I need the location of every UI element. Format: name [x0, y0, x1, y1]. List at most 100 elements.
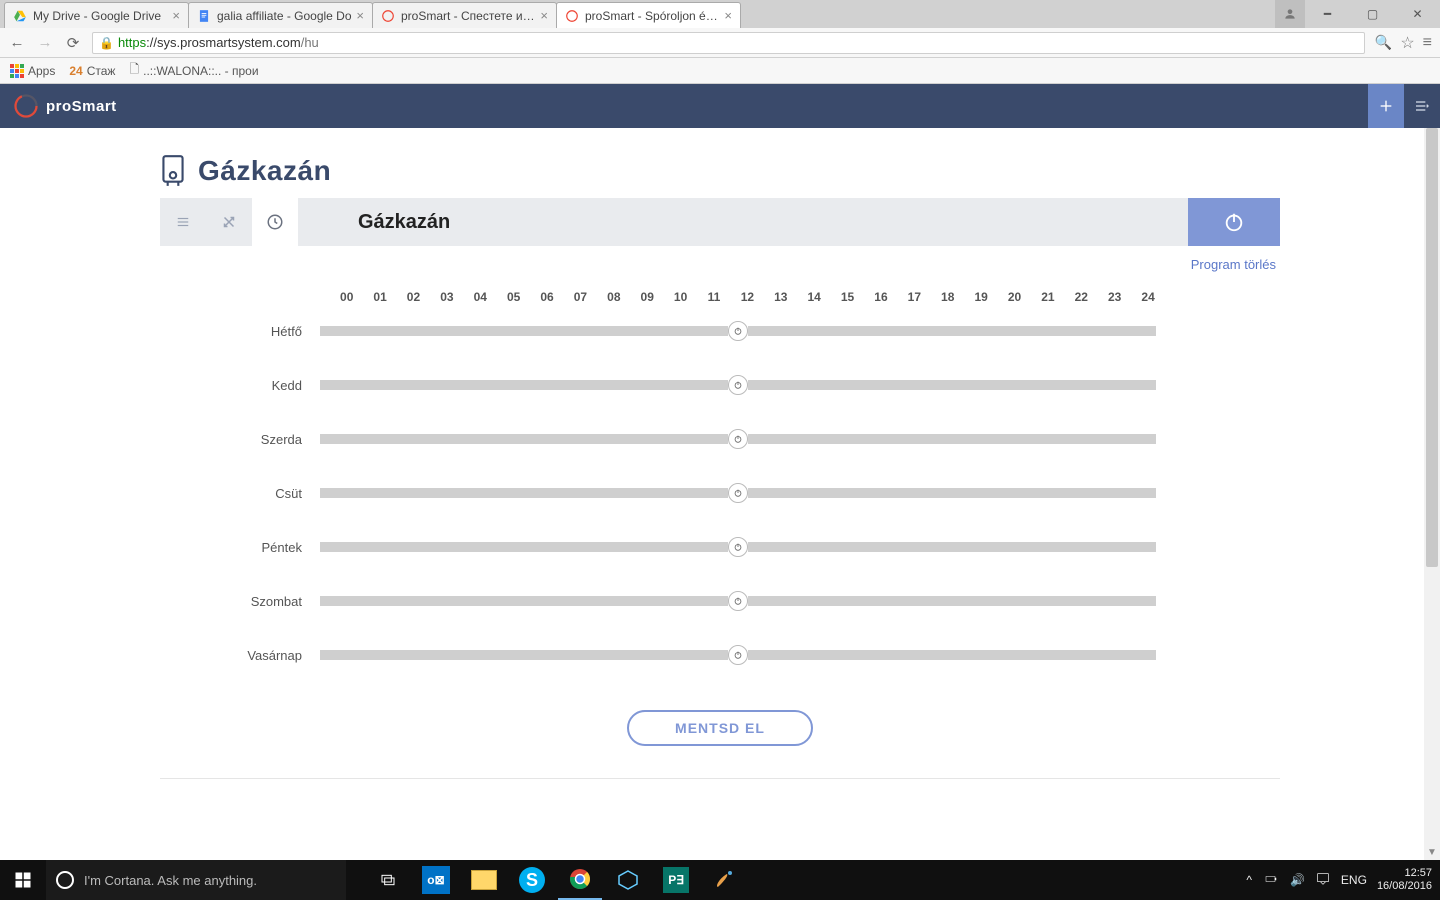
schedule-segment[interactable]	[748, 650, 1156, 660]
browser-tab-active[interactable]: proSmart - Spóroljon és v ×	[556, 2, 741, 28]
bookmark-badge: 24	[69, 64, 82, 78]
schedule-marker[interactable]	[728, 591, 748, 611]
back-button[interactable]: ←	[8, 34, 26, 52]
schedule-segment[interactable]	[748, 326, 1156, 336]
power-button[interactable]	[1188, 198, 1280, 246]
chrome-user-icon[interactable]	[1275, 0, 1305, 28]
app-menu-button[interactable]	[1404, 84, 1440, 128]
scroll-thumb[interactable]	[1426, 128, 1438, 567]
add-button[interactable]	[1368, 84, 1404, 128]
windows-taskbar: I'm Cortana. Ask me anything. o⊠ S P∃ ^ …	[0, 860, 1440, 900]
notifications-icon[interactable]	[1315, 871, 1331, 890]
schedule-marker[interactable]	[728, 483, 748, 503]
schedule-marker[interactable]	[728, 645, 748, 665]
battery-icon[interactable]	[1262, 873, 1280, 888]
paint-icon[interactable]	[702, 860, 746, 900]
day-track[interactable]	[320, 596, 1156, 606]
zoom-icon[interactable]: 🔍	[1375, 34, 1392, 51]
chrome-icon[interactable]	[558, 860, 602, 900]
schedule-marker[interactable]	[728, 375, 748, 395]
url-path: /hu	[301, 35, 319, 50]
day-track[interactable]	[320, 326, 1156, 336]
publisher-icon[interactable]: P∃	[654, 860, 698, 900]
close-icon[interactable]: ×	[724, 8, 732, 23]
browser-tab[interactable]: My Drive - Google Drive ×	[4, 2, 189, 28]
taskbar-clock[interactable]: 12:57 16/08/2016	[1377, 867, 1432, 893]
close-icon[interactable]: ×	[356, 8, 364, 23]
schedule-segment[interactable]	[320, 650, 728, 660]
day-track[interactable]	[320, 488, 1156, 498]
outlook-icon[interactable]: o⊠	[414, 860, 458, 900]
skype-icon[interactable]: S	[510, 860, 554, 900]
clock-time: 12:57	[1377, 867, 1432, 880]
browser-tab[interactable]: galia affiliate - Google Do ×	[188, 2, 373, 28]
file-icon: 🗋	[129, 60, 139, 81]
schedule-marker[interactable]	[728, 429, 748, 449]
schedule-segment[interactable]	[748, 434, 1156, 444]
tray-chevron-icon[interactable]: ^	[1246, 873, 1252, 887]
schedule-segment[interactable]	[748, 380, 1156, 390]
tab-settings[interactable]	[206, 198, 252, 246]
bookmark-item[interactable]: 🗋 ..::WALONA::.. - прои	[129, 60, 258, 81]
hour-label: 08	[597, 290, 630, 304]
divider	[160, 778, 1280, 779]
tab-list[interactable]	[160, 198, 206, 246]
apps-button[interactable]: Apps	[10, 64, 55, 78]
task-view-icon[interactable]	[366, 860, 410, 900]
page-scrollbar[interactable]: ▲ ▼	[1424, 128, 1440, 860]
day-track[interactable]	[320, 380, 1156, 390]
hour-label: 04	[464, 290, 497, 304]
hour-label: 11	[697, 290, 730, 304]
volume-icon[interactable]: 🔊	[1290, 873, 1305, 887]
cortana-icon	[56, 871, 74, 889]
maximize-button[interactable]: ▢	[1350, 0, 1395, 28]
cortana-search[interactable]: I'm Cortana. Ask me anything.	[46, 860, 346, 900]
browser-tab-strip: My Drive - Google Drive × galia affiliat…	[0, 0, 1440, 28]
schedule-segment[interactable]	[320, 380, 728, 390]
app-logo-icon[interactable]	[6, 86, 46, 126]
day-label: Szombat	[160, 594, 320, 609]
hour-label: 16	[864, 290, 897, 304]
minimize-button[interactable]: ━	[1305, 0, 1350, 28]
close-button[interactable]: ✕	[1395, 0, 1440, 28]
day-track[interactable]	[320, 650, 1156, 660]
schedule-segment[interactable]	[320, 596, 728, 606]
page-title: Gázkazán	[198, 155, 331, 187]
chrome-menu-icon[interactable]: ≡	[1423, 34, 1432, 52]
schedule-segment[interactable]	[320, 488, 728, 498]
tab-schedule[interactable]	[252, 198, 298, 246]
scroll-down-icon[interactable]: ▼	[1424, 844, 1440, 860]
reload-button[interactable]: ⟳	[64, 34, 82, 52]
schedule-segment[interactable]	[748, 596, 1156, 606]
bookmark-item[interactable]: 24 Стаж	[69, 64, 115, 78]
close-icon[interactable]: ×	[540, 8, 548, 23]
day-track[interactable]	[320, 434, 1156, 444]
day-row: Hétfő	[160, 304, 1280, 358]
schedule-segment[interactable]	[748, 488, 1156, 498]
close-icon[interactable]: ×	[172, 8, 180, 23]
start-button[interactable]	[0, 860, 46, 900]
virtualbox-icon[interactable]	[606, 860, 650, 900]
save-button[interactable]: MENTSD EL	[627, 710, 813, 746]
day-track[interactable]	[320, 542, 1156, 552]
day-row: Szombat	[160, 574, 1280, 628]
browser-toolbar: ← → ⟳ 🔒 https ://sys.prosmartsystem.com …	[0, 28, 1440, 58]
browser-tab[interactable]: proSmart - Спестете и уп ×	[372, 2, 557, 28]
hour-label: 20	[998, 290, 1031, 304]
schedule-segment[interactable]	[320, 326, 728, 336]
language-indicator[interactable]: ENG	[1341, 873, 1367, 887]
schedule-marker[interactable]	[728, 321, 748, 341]
schedule-segment[interactable]	[320, 434, 728, 444]
schedule-segment[interactable]	[748, 542, 1156, 552]
hour-label: 09	[631, 290, 664, 304]
address-bar[interactable]: 🔒 https ://sys.prosmartsystem.com /hu	[92, 32, 1365, 54]
explorer-icon[interactable]	[462, 860, 506, 900]
schedule-segment[interactable]	[320, 542, 728, 552]
star-icon[interactable]: ☆	[1400, 33, 1414, 53]
hour-label: 17	[898, 290, 931, 304]
hour-label: 12	[731, 290, 764, 304]
program-delete-link[interactable]: Program törlés	[1191, 257, 1276, 272]
day-label: Kedd	[160, 378, 320, 393]
forward-button[interactable]: →	[36, 34, 54, 52]
schedule-marker[interactable]	[728, 537, 748, 557]
